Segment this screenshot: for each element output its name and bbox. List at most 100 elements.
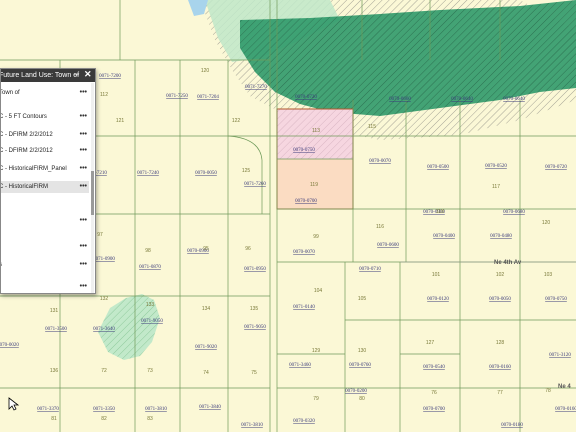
close-icon[interactable]: ✕ <box>84 68 92 81</box>
layer-item[interactable]: C - HistoricalFIRM ••• <box>1 181 89 193</box>
panel-header: Future Land Use: Town of <box>1 69 95 82</box>
lot-number: 77 <box>497 390 503 396</box>
parcel-label[interactable]: 0070-0020 <box>0 343 19 348</box>
lot-number: 133 <box>146 302 155 308</box>
parcel-label[interactable]: 0071-3120 <box>549 353 571 358</box>
lot-number: 75 <box>251 370 257 376</box>
parcel-label[interactable]: 0070-0050 <box>489 297 511 302</box>
parcel-label[interactable]: 0070-0750 <box>293 148 315 153</box>
parcel-label[interactable]: 0071-7240 <box>137 171 159 176</box>
lot-number: 115 <box>368 124 376 130</box>
layer-item[interactable]: s ••• <box>1 259 89 271</box>
more-options-icon[interactable]: ••• <box>80 163 87 175</box>
parcel-label[interactable]: 0070-0720 <box>295 95 317 100</box>
layer-item[interactable]: Town of ••• <box>1 87 89 99</box>
layer-item[interactable]: ••• <box>1 215 89 227</box>
parcel-label[interactable]: 0070-0400 <box>433 234 455 239</box>
lot-number: 95 <box>203 246 209 252</box>
parcel-label[interactable]: 0070-0520 <box>485 164 507 169</box>
parcel-label[interactable]: 0071-9050 <box>141 319 163 324</box>
parcel-label[interactable]: 0070-0750 <box>545 297 567 302</box>
parcel-label[interactable]: 0071-3840 <box>199 405 221 410</box>
parcel-label[interactable]: 0070-0120 <box>427 297 449 302</box>
layer-item[interactable]: C - DFIRM 2/2/2012 ••• <box>1 145 89 157</box>
parcel-label[interactable]: 0071-0870 <box>139 265 161 270</box>
lot-number: 102 <box>496 272 505 278</box>
parcel-label[interactable]: 0070-0050 <box>195 171 217 176</box>
panel-scrollbar-thumb[interactable] <box>91 171 94 215</box>
panel-title: Future Land Use: Town of <box>0 72 80 79</box>
collapse-icon[interactable]: – <box>74 68 79 81</box>
parcel-label[interactable]: 0070-0660 <box>389 97 411 102</box>
lot-number: 97 <box>97 232 103 238</box>
parcel-label[interactable]: 0070-0160 <box>489 365 511 370</box>
more-options-icon[interactable]: ••• <box>80 87 87 99</box>
parcel-label[interactable]: 0070-0640 <box>503 97 525 102</box>
parcel-label[interactable]: 0070-0680 <box>503 210 525 215</box>
parcel-label[interactable]: 0070-0320 <box>293 419 315 424</box>
parcel-label[interactable]: 0071-7200 <box>99 74 121 79</box>
layer-item[interactable]: C - HistoricalFIRM_Panel ••• <box>1 163 89 175</box>
lot-number: 72 <box>101 368 107 374</box>
more-options-icon[interactable]: ••• <box>80 241 87 253</box>
more-options-icon[interactable]: ••• <box>80 281 87 293</box>
parcel-label[interactable]: 0071-7204 <box>197 95 219 100</box>
parcel-label[interactable]: 0071-3350 <box>93 407 115 412</box>
more-options-icon[interactable]: ••• <box>80 181 87 193</box>
lot-number: 120 <box>542 220 551 226</box>
lot-number: 116 <box>376 224 384 230</box>
parcel-label[interactable]: 0071-7260 <box>244 182 266 187</box>
lot-number: 130 <box>358 348 367 354</box>
parcel-label[interactable]: 0070-0710 <box>359 267 381 272</box>
parcel-label[interactable]: 0071-3500 <box>45 327 67 332</box>
parcel-label[interactable]: 0070-0720 <box>545 165 567 170</box>
lot-number: 82 <box>101 416 107 422</box>
parcel-label[interactable]: 0071-0140 <box>293 305 315 310</box>
layer-item[interactable]: C - 5 FT Contours ••• <box>1 111 89 123</box>
parcel-label[interactable]: 0070-0600 <box>377 243 399 248</box>
more-options-icon[interactable]: ••• <box>80 129 87 141</box>
layer-item[interactable]: C - DFIRM 2/2/2012 ••• <box>1 129 89 141</box>
parcel-label[interactable]: 0070-0540 <box>423 365 445 370</box>
more-options-icon[interactable]: ••• <box>80 145 87 157</box>
lot-number: 80 <box>359 396 365 402</box>
parcel-label[interactable]: 0071-7250 <box>166 94 188 99</box>
parcel-label[interactable]: 0071-3640 <box>93 327 115 332</box>
layer-item[interactable]: ••• <box>1 241 89 253</box>
parcel-label[interactable]: 0070-0760 <box>349 363 371 368</box>
more-options-icon[interactable]: ••• <box>80 111 87 123</box>
parcel-label[interactable]: 0070-0700 <box>295 199 317 204</box>
lot-number: 136 <box>50 368 59 374</box>
selected-parcel-north[interactable] <box>277 109 353 159</box>
parcel-label[interactable]: 0070-0480 <box>490 234 512 239</box>
lot-number: 112 <box>100 92 108 98</box>
layer-item[interactable]: ••• <box>1 281 89 293</box>
parcel-label[interactable]: 0071-3810 <box>241 423 263 428</box>
parcel-label[interactable]: 0071-3810 <box>145 407 167 412</box>
panel-scrollbar[interactable] <box>91 83 94 293</box>
road-label: Ne 4 <box>558 384 571 390</box>
parcel-label[interactable]: 0071-0950 <box>244 267 266 272</box>
parcel-label[interactable]: 0071-0900 <box>93 257 115 262</box>
parcel-label[interactable]: 0070-0160 <box>555 407 576 412</box>
parcel-label[interactable]: 0071-3370 <box>37 407 59 412</box>
parcel-label[interactable]: 0070-0180 <box>501 423 523 428</box>
parcel-label[interactable]: 0070-0070 <box>293 250 315 255</box>
parcel-label[interactable]: 0070-0640 <box>451 97 473 102</box>
parcel-label[interactable]: 0071-9050 <box>244 325 266 330</box>
parcel-label[interactable]: 0070-0700 <box>423 407 445 412</box>
layer-label: s <box>1 259 2 271</box>
parcel-label[interactable]: 0071-9020 <box>195 345 217 350</box>
lot-number: 117 <box>492 184 500 190</box>
parcel-label[interactable]: 0070-0500 <box>427 165 449 170</box>
parcel-label[interactable]: 0070-0200 <box>345 389 367 394</box>
parcel-label[interactable]: 0071-7270 <box>245 85 267 90</box>
lot-number: 83 <box>147 416 153 422</box>
more-options-icon[interactable]: ••• <box>80 215 87 227</box>
lot-number: 78 <box>545 388 551 394</box>
parcel-label[interactable]: 0071-3460 <box>289 363 311 368</box>
parcel-label[interactable]: 0070-0070 <box>369 159 391 164</box>
lot-number: 121 <box>116 118 125 124</box>
more-options-icon[interactable]: ••• <box>80 259 87 271</box>
lot-number: 131 <box>50 308 59 314</box>
